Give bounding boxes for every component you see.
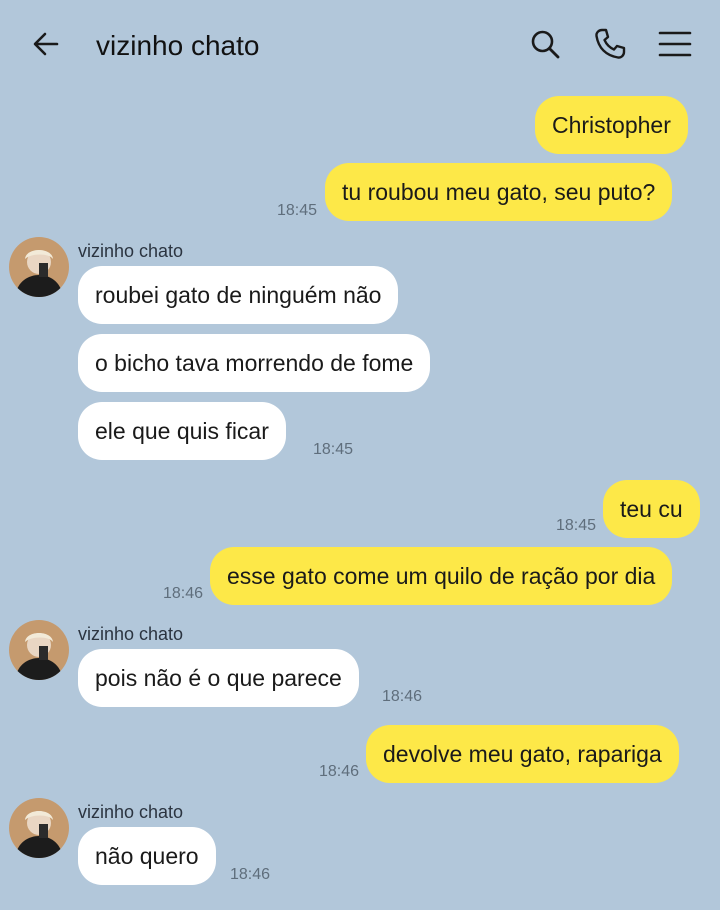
outgoing-message[interactable]: esse gato come um quilo de ração por dia [210, 547, 673, 605]
search-icon [529, 28, 561, 65]
call-button[interactable] [590, 26, 630, 66]
incoming-message[interactable]: o bicho tava morrendo de fome [78, 334, 431, 392]
menu-button[interactable] [655, 26, 695, 66]
message-timestamp: 18:45 [556, 517, 597, 534]
search-button[interactable] [525, 26, 565, 66]
sender-name: vizinho chato [78, 241, 184, 261]
phone-icon [593, 27, 627, 66]
incoming-message[interactable]: não quero [78, 827, 216, 885]
outgoing-message[interactable]: teu cu [603, 480, 700, 538]
message-timestamp: 18:45 [313, 441, 354, 458]
message-timestamp: 18:45 [277, 202, 318, 219]
outgoing-message[interactable]: devolve meu gato, rapariga [366, 725, 679, 783]
back-button[interactable] [26, 28, 66, 64]
incoming-message[interactable]: roubei gato de ninguém não [78, 266, 399, 324]
outgoing-message[interactable]: tu roubou meu gato, seu puto? [325, 163, 673, 221]
message-timestamp: 18:46 [163, 585, 204, 602]
outgoing-message[interactable]: Christopher [535, 96, 688, 154]
chat-header: vizinho chato [0, 0, 720, 92]
avatar[interactable] [9, 798, 69, 858]
avatar[interactable] [9, 620, 69, 680]
menu-icon [658, 29, 692, 64]
sender-name: vizinho chato [78, 624, 184, 644]
message-timestamp: 18:46 [319, 763, 360, 780]
avatar[interactable] [9, 237, 69, 297]
message-timestamp: 18:46 [382, 688, 423, 705]
chat-title: vizinho chato [96, 30, 260, 61]
incoming-message[interactable]: pois não é o que parece [78, 649, 359, 707]
incoming-message[interactable]: ele que quis ficar [78, 402, 286, 460]
message-timestamp: 18:46 [230, 866, 271, 883]
sender-name: vizinho chato [78, 802, 184, 822]
arrow-left-icon [31, 29, 61, 64]
